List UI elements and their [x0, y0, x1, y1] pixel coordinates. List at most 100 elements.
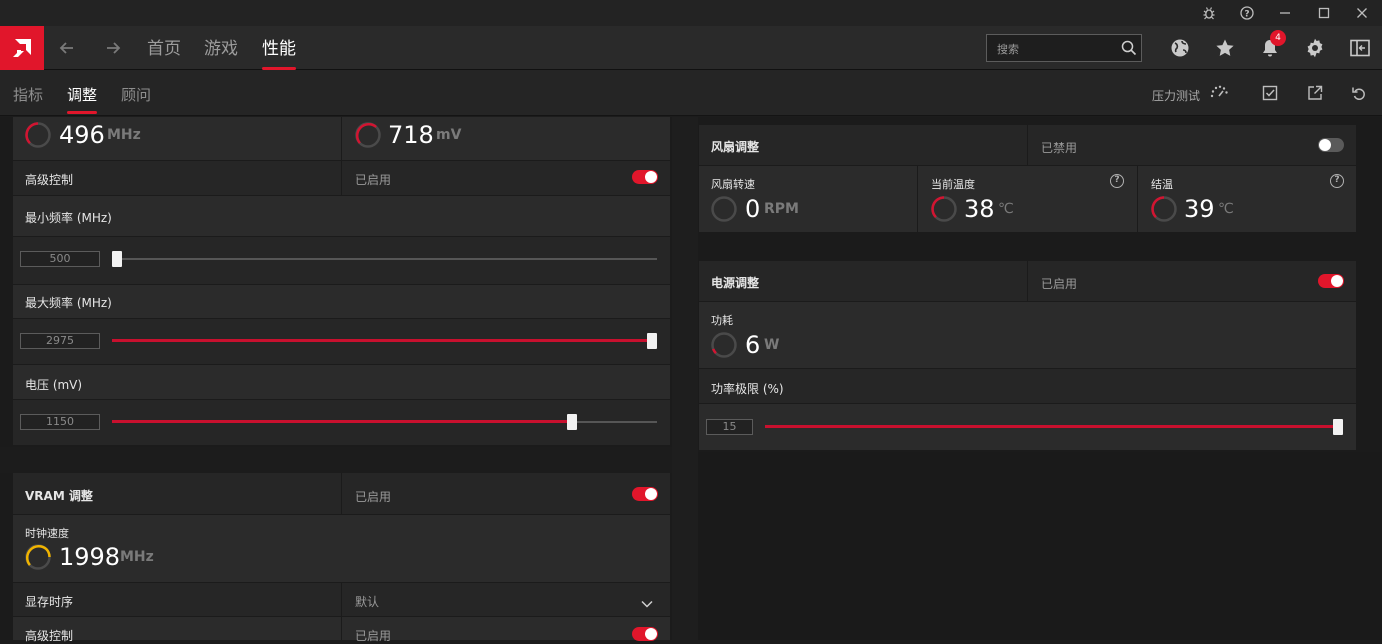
divider — [917, 166, 918, 232]
back-arrow-icon[interactable] — [55, 36, 79, 60]
memory-timing-dropdown[interactable]: 默认 — [355, 593, 379, 610]
current-temp-unit: ℃ — [998, 201, 1014, 217]
voltage-label: 电压 (mV) — [25, 378, 83, 392]
fan-speed-gauge-icon — [711, 196, 737, 222]
gpu-advanced-control-toggle[interactable] — [632, 170, 658, 184]
search-input[interactable]: 搜索 — [986, 34, 1142, 62]
current-temp-gauge-icon — [931, 196, 957, 222]
title-bar: ? — [0, 0, 1382, 26]
gpu-clock-unit: MHz — [107, 127, 141, 143]
power-consumption-row — [699, 302, 1356, 368]
power-consumption-gauge-icon — [711, 332, 737, 358]
forward-arrow-icon[interactable] — [101, 36, 125, 60]
min-freq-slider-track[interactable] — [112, 258, 657, 260]
close-button[interactable] — [1343, 0, 1381, 26]
junction-temp-unit: ℃ — [1218, 201, 1234, 217]
power-consumption-unit: W — [764, 337, 780, 353]
power-consumption-label: 功耗 — [711, 314, 733, 327]
vram-toggle[interactable] — [632, 487, 658, 501]
favorites-star-icon[interactable] — [1213, 36, 1237, 60]
divider — [341, 617, 342, 640]
search-placeholder: 搜索 — [997, 43, 1019, 56]
minimize-button[interactable] — [1266, 0, 1304, 26]
power-limit-slider-thumb[interactable] — [1333, 419, 1343, 435]
subtab-advisor[interactable]: 顾问 — [121, 84, 151, 105]
bug-report-icon[interactable] — [1190, 0, 1228, 26]
settings-gear-icon[interactable] — [1303, 36, 1327, 60]
maximize-button[interactable] — [1305, 0, 1343, 26]
search-icon[interactable] — [1121, 40, 1137, 59]
voltage-slider-fill — [112, 420, 569, 423]
nav-tab-gaming[interactable]: 游戏 — [204, 36, 238, 62]
fan-toggle[interactable] — [1318, 138, 1344, 152]
voltage-slider-thumb[interactable] — [566, 414, 577, 430]
power-limit-value-input[interactable]: 15 — [706, 419, 753, 435]
max-freq-label: 最大频率 (MHz) — [25, 296, 112, 310]
divider — [341, 583, 342, 616]
min-freq-slider-thumb[interactable] — [112, 251, 122, 267]
fan-state: 已禁用 — [1041, 141, 1078, 155]
max-freq-slider-thumb[interactable] — [647, 333, 657, 349]
divider — [1027, 125, 1028, 165]
max-freq-value-input[interactable]: 2975 — [20, 333, 100, 349]
vram-state: 已启用 — [355, 490, 392, 504]
background-gap — [0, 447, 672, 473]
divider — [341, 117, 342, 160]
reset-icon[interactable] — [1351, 85, 1367, 105]
gpu-clock-value: 496 — [59, 121, 105, 149]
gpu-clock-gauge-icon — [25, 122, 51, 148]
stress-test-label[interactable]: 压力测试 — [1152, 87, 1200, 104]
fan-speed-label: 风扇转速 — [711, 178, 755, 191]
subtab-tuning[interactable]: 调整 — [67, 84, 98, 114]
gpu-voltage-value: 718 — [388, 121, 434, 149]
junction-temp-label: 结温 — [1151, 178, 1173, 191]
power-state: 已启用 — [1041, 277, 1078, 291]
background-area — [698, 452, 1382, 640]
power-limit-slider-fill — [765, 425, 1335, 428]
vram-clock-value: 1998 — [59, 543, 121, 571]
junction-temp-gauge-icon — [1151, 196, 1177, 222]
junction-temp-value: 39 — [1184, 195, 1215, 223]
power-consumption-value: 6 — [745, 331, 761, 359]
divider — [341, 161, 342, 195]
nav-tab-performance[interactable]: 性能 — [262, 36, 296, 70]
gpu-advanced-control-state: 已启用 — [355, 173, 392, 187]
export-icon[interactable] — [1307, 85, 1323, 105]
power-toggle[interactable] — [1318, 274, 1344, 288]
background-gap — [672, 117, 698, 640]
voltage-value-input[interactable]: 1150 — [20, 414, 100, 430]
power-title: 电源调整 — [711, 276, 760, 290]
gpu-advanced-control-label: 高级控制 — [25, 173, 74, 187]
globe-icon[interactable] — [1168, 36, 1192, 60]
min-freq-label: 最小频率 (MHz) — [25, 211, 112, 225]
divider — [1137, 166, 1138, 232]
chevron-down-icon[interactable] — [641, 594, 653, 613]
help-icon[interactable]: ? — [1228, 0, 1266, 26]
amd-logo[interactable] — [0, 26, 44, 70]
max-freq-slider-fill — [112, 339, 649, 342]
stress-test-gauge-icon[interactable] — [1209, 84, 1229, 104]
subtab-metrics[interactable]: 指标 — [13, 84, 43, 105]
divider — [341, 473, 342, 514]
current-temp-help-icon[interactable]: ? — [1110, 174, 1124, 188]
vram-title: VRAM 调整 — [25, 489, 93, 503]
notifications-bell-icon[interactable]: 4 — [1258, 30, 1286, 60]
apply-changes-icon[interactable] — [1262, 85, 1278, 105]
memory-timing-label: 显存时序 — [25, 595, 74, 609]
vram-advanced-control-state: 已启用 — [355, 629, 392, 643]
vram-advanced-control-toggle[interactable] — [632, 627, 658, 641]
svg-text:?: ? — [1244, 10, 1249, 20]
fan-speed-value: 0 — [745, 195, 761, 223]
fan-title: 风扇调整 — [711, 140, 760, 154]
fan-metrics-row — [699, 166, 1356, 232]
vram-clock-unit: MHz — [120, 549, 154, 565]
notification-count-badge: 4 — [1270, 30, 1286, 46]
vram-clock-label: 时钟速度 — [25, 527, 69, 540]
min-freq-value-input[interactable]: 500 — [20, 251, 100, 267]
fan-speed-unit: RPM — [764, 201, 799, 217]
divider — [1027, 261, 1028, 301]
junction-temp-help-icon[interactable]: ? — [1330, 174, 1344, 188]
nav-tab-home[interactable]: 首页 — [147, 36, 181, 62]
power-limit-label: 功率极限 (%) — [711, 382, 784, 396]
sidebar-panel-icon[interactable] — [1348, 36, 1372, 60]
